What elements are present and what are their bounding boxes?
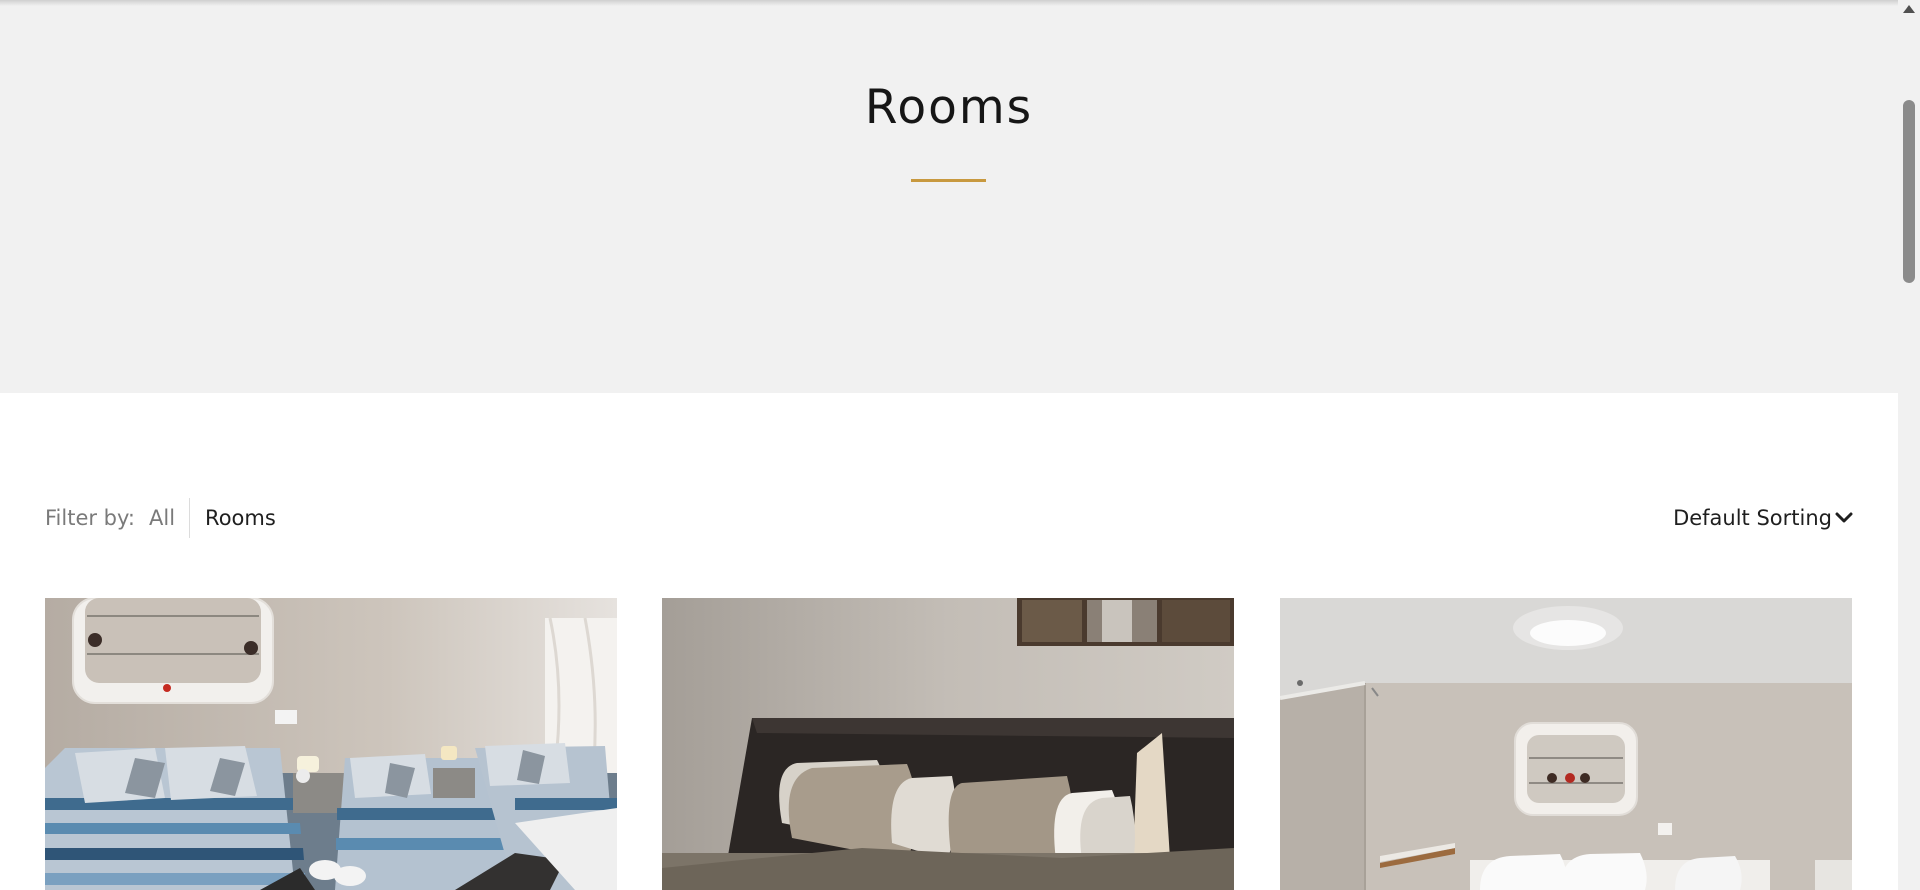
room-photo-bright-room [1280,598,1852,890]
room-card[interactable] [1280,598,1852,890]
room-photo-twin-beds [45,598,617,890]
filter-bar: Filter by: All Rooms [45,496,276,540]
page-scrollbar[interactable] [1898,0,1920,890]
filter-option-all[interactable]: All [149,506,189,530]
filter-option-rooms[interactable]: Rooms [205,506,276,530]
hero-banner: Rooms [0,0,1898,393]
sorting-dropdown[interactable]: Default Sorting [1673,496,1853,540]
page-title: Rooms [864,80,1034,135]
chevron-down-icon [1835,512,1853,523]
filter-label: Filter by: [45,506,135,530]
triangle-up-icon[interactable] [1903,5,1915,13]
rooms-grid [45,598,1852,890]
room-card[interactable] [45,598,617,890]
filter-divider [189,498,191,538]
header-shadow [0,0,1898,6]
scrollbar-thumb[interactable] [1903,100,1915,283]
title-accent-line [911,179,986,182]
room-card[interactable] [662,598,1234,890]
room-photo-double-bed [662,598,1234,890]
page-viewport: Rooms Filter by: All Rooms Default Sorti… [0,0,1898,890]
sorting-label: Default Sorting [1673,506,1832,530]
